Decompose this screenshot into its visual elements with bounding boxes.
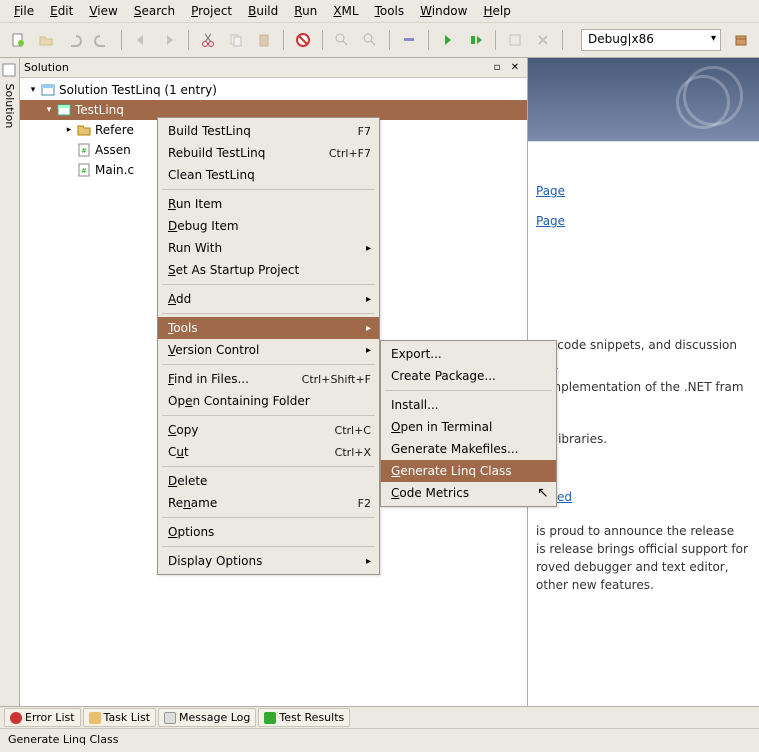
- task-icon: [89, 712, 101, 724]
- test-icon: [264, 712, 276, 724]
- csharp-file-icon: #: [76, 162, 92, 178]
- cm-run-item[interactable]: Run Item: [158, 193, 379, 215]
- cm-build[interactable]: Build TestLinqF7: [158, 120, 379, 142]
- zoom-out-icon[interactable]: [358, 28, 382, 52]
- cm-tools[interactable]: Tools▸: [158, 317, 379, 339]
- sm-install[interactable]: Install...: [381, 394, 556, 416]
- cm-vcs[interactable]: Version Control▸: [158, 339, 379, 361]
- status-text: Generate Linq Class: [8, 733, 118, 746]
- mouse-cursor-icon: ↖: [537, 485, 549, 501]
- solution-panel-header: Solution ▫ ✕: [20, 58, 527, 78]
- menu-view[interactable]: View: [83, 2, 123, 20]
- csharp-file-icon: #: [76, 142, 92, 158]
- cm-rebuild[interactable]: Rebuild TestLinqCtrl+F7: [158, 142, 379, 164]
- copy-icon[interactable]: [224, 28, 248, 52]
- cancel-icon[interactable]: [531, 28, 555, 52]
- menu-tools[interactable]: Tools: [369, 2, 411, 20]
- panel-dock-icon[interactable]: ▫: [489, 61, 505, 75]
- welcome-text: no libraries.: [536, 432, 751, 446]
- debug-icon[interactable]: [436, 28, 460, 52]
- folder-icon: [76, 122, 92, 138]
- cm-debug-item[interactable]: Debug Item: [158, 215, 379, 237]
- menu-build[interactable]: Build: [242, 2, 284, 20]
- task-list-tab[interactable]: Task List: [83, 708, 156, 727]
- build-icon[interactable]: [503, 28, 527, 52]
- menu-search[interactable]: Search: [128, 2, 181, 20]
- panel-close-icon[interactable]: ✕: [507, 61, 523, 75]
- back-icon[interactable]: [129, 28, 153, 52]
- cm-copy[interactable]: CopyCtrl+C: [158, 419, 379, 441]
- sm-generate-makefiles[interactable]: Generate Makefiles...: [381, 438, 556, 460]
- bottom-tab-bar: Error List Task List Message Log Test Re…: [0, 706, 759, 728]
- sm-code-metrics[interactable]: Code Metrics: [381, 482, 556, 504]
- forward-icon[interactable]: [157, 28, 181, 52]
- menu-file[interactable]: File: [8, 2, 40, 20]
- main-menu-bar: File Edit View Search Project Build Run …: [0, 0, 759, 22]
- message-log-tab[interactable]: Message Log: [158, 708, 256, 727]
- svg-text:#: #: [81, 147, 87, 155]
- open-icon[interactable]: [34, 28, 58, 52]
- tools-submenu: Export... Create Package... Install... O…: [380, 340, 557, 507]
- project-context-menu: Build TestLinqF7 Rebuild TestLinqCtrl+F7…: [157, 117, 380, 575]
- main-toolbar: Debug|x86: [0, 22, 759, 58]
- step-icon[interactable]: [464, 28, 488, 52]
- menu-window[interactable]: Window: [414, 2, 473, 20]
- cm-cut[interactable]: CutCtrl+X: [158, 441, 379, 463]
- sm-generate-linq[interactable]: Generate Linq Class: [381, 460, 556, 482]
- test-results-tab[interactable]: Test Results: [258, 708, 350, 727]
- sm-open-terminal[interactable]: Open in Terminal: [381, 416, 556, 438]
- cut-icon[interactable]: [196, 28, 220, 52]
- welcome-text: es, code snippets, and discussion: [536, 338, 751, 352]
- cm-open-folder[interactable]: Open Containing Folder: [158, 390, 379, 412]
- cm-delete[interactable]: Delete: [158, 470, 379, 492]
- run-icon[interactable]: [397, 28, 421, 52]
- zoom-in-icon[interactable]: [330, 28, 354, 52]
- undo-icon[interactable]: [62, 28, 86, 52]
- cm-rename[interactable]: RenameF2: [158, 492, 379, 514]
- svg-text:#: #: [81, 167, 87, 175]
- cm-display-options[interactable]: Display Options▸: [158, 550, 379, 572]
- welcome-text: s implementation of the .NET fram: [536, 380, 751, 394]
- cm-add[interactable]: Add▸: [158, 288, 379, 310]
- paste-icon[interactable]: [252, 28, 276, 52]
- link-page[interactable]: Page: [536, 214, 565, 228]
- error-icon: [10, 712, 22, 724]
- welcome-document: Page Page es, code snippets, and discuss…: [528, 58, 759, 706]
- welcome-text: roved debugger and text editor,: [536, 560, 751, 574]
- tree-solution-node[interactable]: ▾ Solution TestLinq (1 entry): [20, 80, 527, 100]
- package-icon[interactable]: [729, 28, 753, 52]
- sm-export[interactable]: Export...: [381, 343, 556, 365]
- sm-create-package[interactable]: Create Package...: [381, 365, 556, 387]
- cm-clean[interactable]: Clean TestLinq: [158, 164, 379, 186]
- menu-xml[interactable]: XML: [327, 2, 364, 20]
- log-icon: [164, 712, 176, 724]
- redo-icon[interactable]: [90, 28, 114, 52]
- panel-title: Solution: [24, 61, 487, 74]
- cm-find[interactable]: Find in Files...Ctrl+Shift+F: [158, 368, 379, 390]
- status-bar: Generate Linq Class: [0, 728, 759, 750]
- cm-run-with[interactable]: Run With▸: [158, 237, 379, 259]
- welcome-text: is proud to announce the release: [536, 524, 751, 538]
- configuration-combo[interactable]: Debug|x86: [581, 29, 721, 51]
- menu-edit[interactable]: Edit: [44, 2, 79, 20]
- menu-help[interactable]: Help: [477, 2, 516, 20]
- link-page[interactable]: Page: [536, 184, 565, 198]
- menu-project[interactable]: Project: [185, 2, 238, 20]
- welcome-text: is release brings official support for: [536, 542, 751, 556]
- solution-side-tab[interactable]: Solution: [0, 58, 20, 706]
- welcome-text: other new features.: [536, 578, 751, 592]
- cm-startup[interactable]: Set As Startup Project: [158, 259, 379, 281]
- new-file-icon[interactable]: [6, 28, 30, 52]
- project-icon: [56, 102, 72, 118]
- error-list-tab[interactable]: Error List: [4, 708, 81, 727]
- stop-icon[interactable]: [291, 28, 315, 52]
- cm-options[interactable]: Options: [158, 521, 379, 543]
- menu-run[interactable]: Run: [288, 2, 323, 20]
- solution-icon: [40, 82, 56, 98]
